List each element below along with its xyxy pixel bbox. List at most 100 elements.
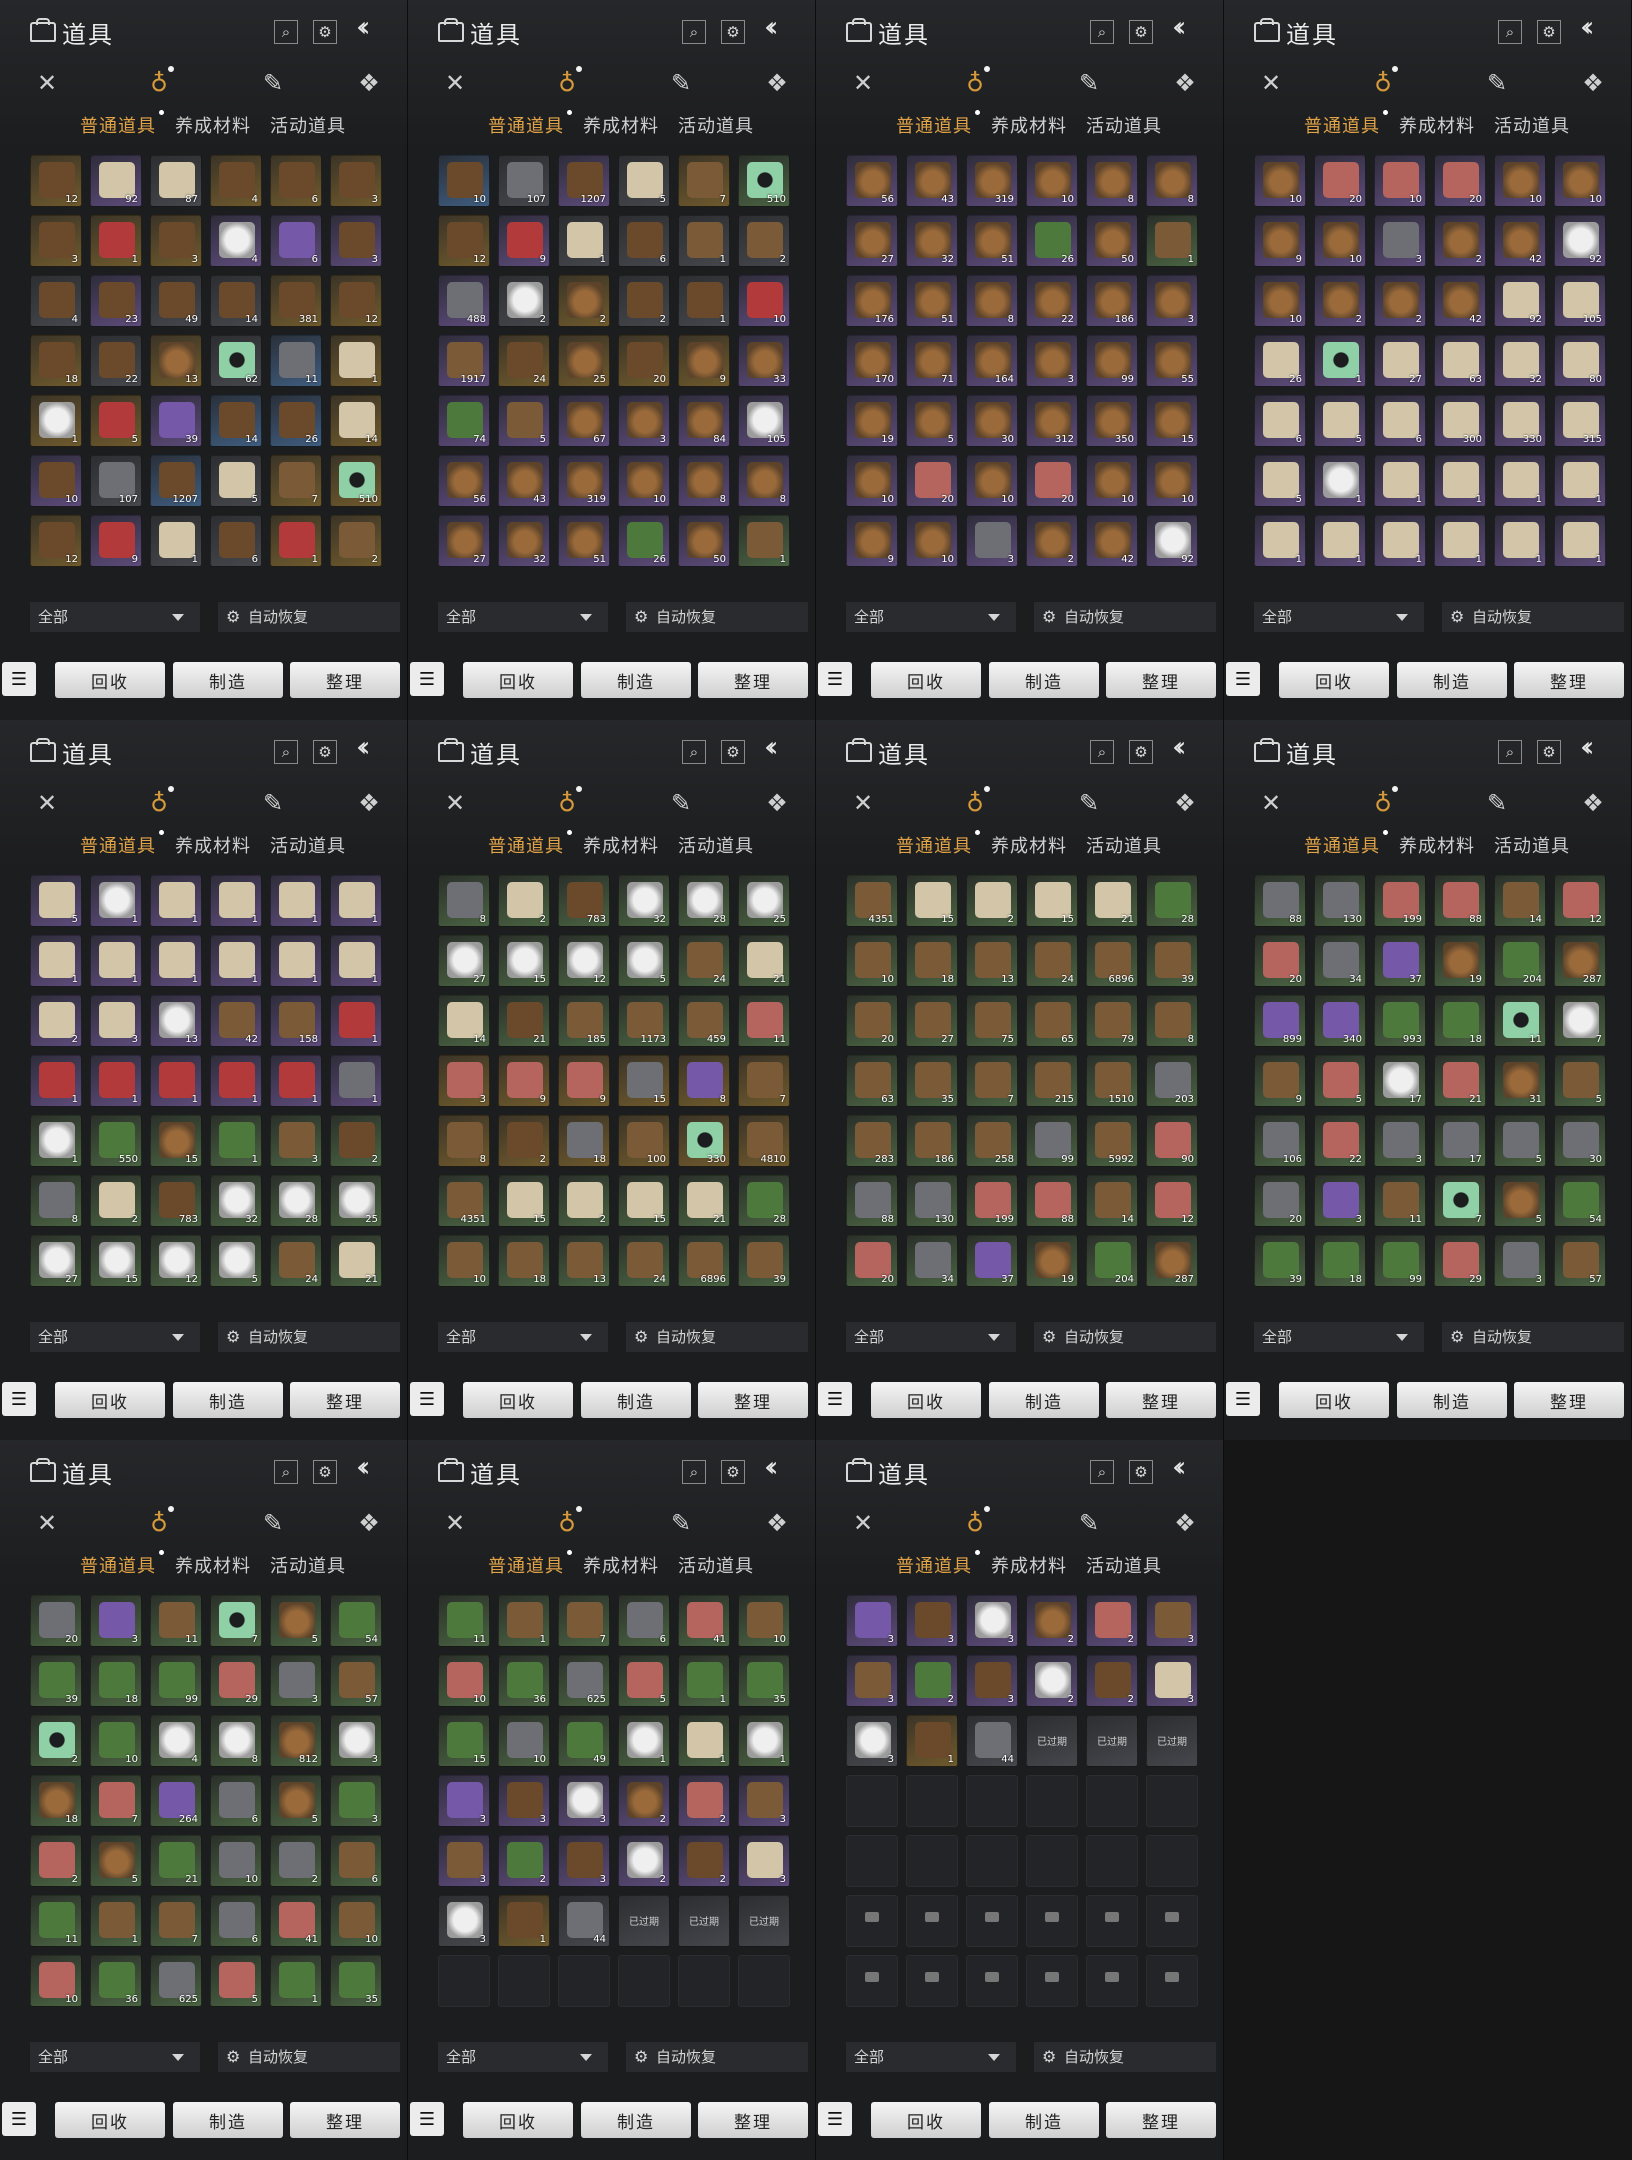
item-slot[interactable]: 1: [270, 935, 322, 987]
item-slot[interactable]: 2: [1086, 1655, 1138, 1707]
item-slot[interactable]: 39: [1146, 935, 1198, 987]
item-slot[interactable]: 37: [1374, 935, 1426, 987]
item-slot[interactable]: 9: [1254, 1055, 1306, 1107]
item-slot[interactable]: 18: [498, 1235, 550, 1287]
item-slot[interactable]: 3: [1146, 1595, 1198, 1647]
item-slot[interactable]: 199: [966, 1175, 1018, 1227]
item-slot[interactable]: 51: [966, 215, 1018, 267]
item-slot[interactable]: 3: [618, 395, 670, 447]
item-slot[interactable]: 67: [558, 395, 610, 447]
item-slot[interactable]: 3: [270, 1655, 322, 1707]
item-slot[interactable]: 3: [558, 1775, 610, 1827]
item-slot[interactable]: 6: [618, 1595, 670, 1647]
item-slot[interactable]: 28: [678, 875, 730, 927]
item-slot[interactable]: 39: [30, 1655, 82, 1707]
double-chevron-left-icon[interactable]: ‹‹: [1172, 730, 1187, 763]
item-slot[interactable]: 1: [330, 875, 382, 927]
item-slot[interactable]: 1173: [618, 995, 670, 1047]
item-slot[interactable]: 24: [270, 1235, 322, 1287]
tab-normal-items[interactable]: 普通道具: [1304, 110, 1388, 138]
item-slot[interactable]: 3: [1314, 1175, 1366, 1227]
item-slot[interactable]: 已过期: [618, 1895, 670, 1947]
tab-normal-items[interactable]: 普通道具: [896, 110, 980, 138]
item-slot[interactable]: 35: [906, 1055, 958, 1107]
tab-normal-items[interactable]: 普通道具: [488, 1550, 572, 1578]
item-slot[interactable]: 993: [1374, 995, 1426, 1047]
item-slot[interactable]: 99: [150, 1655, 202, 1707]
item-slot[interactable]: 4810: [738, 1115, 790, 1167]
crossed-swords-icon[interactable]: ✕: [30, 66, 64, 100]
item-slot[interactable]: 381: [270, 275, 322, 327]
item-slot[interactable]: 19: [1026, 1235, 1078, 1287]
item-slot[interactable]: 3: [330, 1775, 382, 1827]
item-slot[interactable]: 350: [1086, 395, 1138, 447]
item-slot[interactable]: 17: [1374, 1055, 1426, 1107]
filter-dropdown[interactable]: 全部: [438, 1322, 608, 1352]
item-slot[interactable]: 8: [30, 1175, 82, 1227]
crossed-swords-icon[interactable]: ✕: [30, 786, 64, 820]
search-button[interactable]: ⌕: [1498, 740, 1522, 764]
item-slot[interactable]: 340: [1314, 995, 1366, 1047]
item-slot[interactable]: 107: [498, 155, 550, 207]
tab-event-items[interactable]: 活动道具: [270, 832, 346, 858]
item-slot[interactable]: 49: [558, 1715, 610, 1767]
badge-icon[interactable]: ❖: [760, 66, 794, 100]
item-slot[interactable]: 14: [210, 395, 262, 447]
item-slot[interactable]: 2: [966, 875, 1018, 927]
search-button[interactable]: ⌕: [682, 20, 706, 44]
feather-quill-icon[interactable]: ✎: [1072, 1506, 1106, 1540]
settings-button[interactable]: ⚙: [313, 740, 337, 764]
item-slot[interactable]: 2: [498, 1835, 550, 1887]
item-slot[interactable]: 56: [846, 155, 898, 207]
item-slot[interactable]: 2: [1434, 215, 1486, 267]
item-slot[interactable]: 15: [618, 1175, 670, 1227]
item-slot[interactable]: 55: [1146, 335, 1198, 387]
double-chevron-left-icon[interactable]: ‹‹: [764, 10, 779, 43]
item-slot[interactable]: 5: [90, 395, 142, 447]
tab-event-items[interactable]: 活动道具: [1086, 1552, 1162, 1578]
feather-quill-icon[interactable]: ✎: [664, 66, 698, 100]
item-slot[interactable]: 24: [1026, 935, 1078, 987]
crossed-swords-icon[interactable]: ✕: [438, 786, 472, 820]
item-slot[interactable]: 2: [90, 1175, 142, 1227]
item-slot[interactable]: 1: [270, 875, 322, 927]
item-slot[interactable]: 3: [738, 1835, 790, 1887]
item-slot[interactable]: 12: [150, 1235, 202, 1287]
item-slot[interactable]: 12: [1554, 875, 1606, 927]
craft-button[interactable]: 制造: [173, 2102, 283, 2138]
filter-dropdown[interactable]: 全部: [1254, 602, 1424, 632]
item-slot[interactable]: 106: [1254, 1115, 1306, 1167]
item-slot[interactable]: 26: [270, 395, 322, 447]
item-slot[interactable]: 10: [1254, 155, 1306, 207]
filter-sort-button[interactable]: ☰: [1226, 1382, 1260, 1416]
recycle-button[interactable]: 回收: [55, 662, 165, 698]
tab-normal-items[interactable]: 普通道具: [488, 830, 572, 858]
auto-recover-toggle[interactable]: ⚙ 自动恢复: [218, 2042, 400, 2072]
item-slot[interactable]: 10: [438, 1235, 490, 1287]
item-slot[interactable]: 92: [1494, 275, 1546, 327]
item-slot[interactable]: 10: [1086, 455, 1138, 507]
settings-button[interactable]: ⚙: [1537, 20, 1561, 44]
item-slot[interactable]: 26: [1026, 215, 1078, 267]
item-slot[interactable]: 1: [90, 215, 142, 267]
item-slot[interactable]: 33: [738, 335, 790, 387]
item-slot[interactable]: 1: [30, 1055, 82, 1107]
item-slot[interactable]: 14: [330, 395, 382, 447]
item-slot[interactable]: 3: [846, 1655, 898, 1707]
item-slot[interactable]: 92: [1554, 215, 1606, 267]
sort-button[interactable]: 整理: [290, 2102, 400, 2138]
sort-button[interactable]: 整理: [698, 662, 808, 698]
item-slot[interactable]: 15: [150, 1115, 202, 1167]
item-slot[interactable]: 10: [210, 1835, 262, 1887]
item-slot[interactable]: 32: [498, 515, 550, 567]
filter-sort-button[interactable]: ☰: [818, 662, 852, 696]
item-slot[interactable]: 10: [30, 1955, 82, 2007]
crossed-swords-icon[interactable]: ✕: [438, 1506, 472, 1540]
item-slot[interactable]: 43: [906, 155, 958, 207]
item-slot[interactable]: 14: [1494, 875, 1546, 927]
double-chevron-left-icon[interactable]: ‹‹: [356, 10, 371, 43]
item-slot[interactable]: 32: [1494, 335, 1546, 387]
item-slot[interactable]: 13: [966, 935, 1018, 987]
settings-button[interactable]: ⚙: [1129, 740, 1153, 764]
item-slot[interactable]: 459: [678, 995, 730, 1047]
